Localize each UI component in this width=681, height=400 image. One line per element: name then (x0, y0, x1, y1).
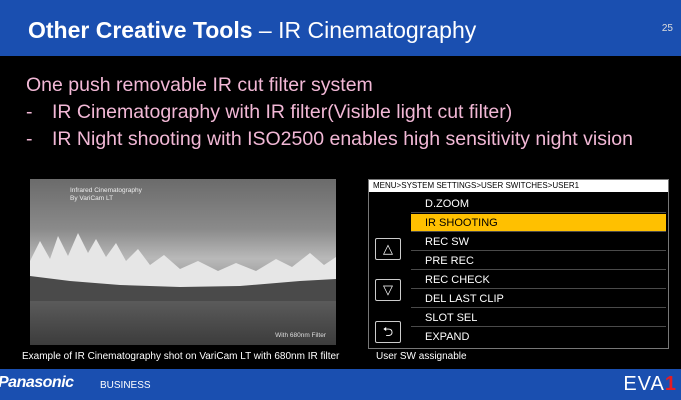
filter-label: With 680nm Filter (275, 332, 326, 339)
eva-text: EVA (623, 373, 665, 395)
title-bold: Other Creative Tools (28, 17, 253, 43)
ir-sample-photo: Infrared Cinematography By VariCam LT Wit… (30, 179, 336, 345)
bullet-dash: - (26, 128, 33, 150)
title-bar: Other Creative Tools – IR Cinematography… (0, 0, 681, 56)
bullet-item: - IR Cinematography with IR filter(Visibl… (26, 99, 633, 126)
eva1-logo: EVA1 (623, 373, 677, 396)
bullet-dash: - (26, 101, 33, 123)
scroll-up-icon[interactable]: △ (375, 238, 401, 260)
bullet-list: One push removable IR cut filter system … (26, 72, 633, 153)
menu-item-rec-sw[interactable]: REC SW (411, 233, 666, 251)
back-icon[interactable]: ⮌ (375, 321, 401, 343)
panasonic-logo: Panasonic (0, 374, 74, 391)
slide-title: Other Creative Tools – IR Cinematography (28, 17, 476, 44)
camera-menu: MENU>SYSTEM SETTINGS>USER SWITCHES>USER1… (368, 179, 669, 349)
business-label: BUSINESS (100, 380, 151, 391)
overlay-line1: Infrared Cinematography (70, 187, 142, 194)
bullet-text: IR Night shooting with ISO2500 enables h… (52, 128, 633, 150)
footer-bar: Panasonic BUSINESS EVA1 (0, 369, 681, 400)
menu-item-del-last-clip[interactable]: DEL LAST CLIP (411, 290, 666, 308)
menu-caption: User SW assignable (376, 351, 467, 362)
menu-path: MENU>SYSTEM SETTINGS>USER SWITCHES>USER1 (369, 180, 668, 192)
scroll-down-icon[interactable]: ▽ (375, 279, 401, 301)
menu-item-expand[interactable]: EXPAND (411, 328, 666, 346)
bullet-text: IR Cinematography with IR filter(Visible… (52, 101, 513, 123)
eva-one: 1 (664, 373, 677, 395)
title-rest: – IR Cinematography (252, 17, 477, 43)
menu-item-pre-rec[interactable]: PRE REC (411, 252, 666, 270)
menu-item-d-zoom[interactable]: D.ZOOM (411, 195, 666, 213)
tree-line-image (30, 233, 336, 301)
bullet-intro: One push removable IR cut filter system (26, 74, 373, 96)
overlay-line2: By VariCam LT (70, 195, 114, 202)
page-number: 25 (661, 23, 673, 34)
menu-item-ir-shooting[interactable]: IR SHOOTING (411, 214, 666, 232)
photo-caption: Example of IR Cinematography shot on Var… (22, 351, 340, 362)
menu-item-slot-sel[interactable]: SLOT SEL (411, 309, 666, 327)
photo-overlay-text: Infrared Cinematography By VariCam LT (70, 187, 142, 203)
menu-item-rec-check[interactable]: REC CHECK (411, 271, 666, 289)
bullet-item: - IR Night shooting with ISO2500 enables … (26, 126, 633, 153)
